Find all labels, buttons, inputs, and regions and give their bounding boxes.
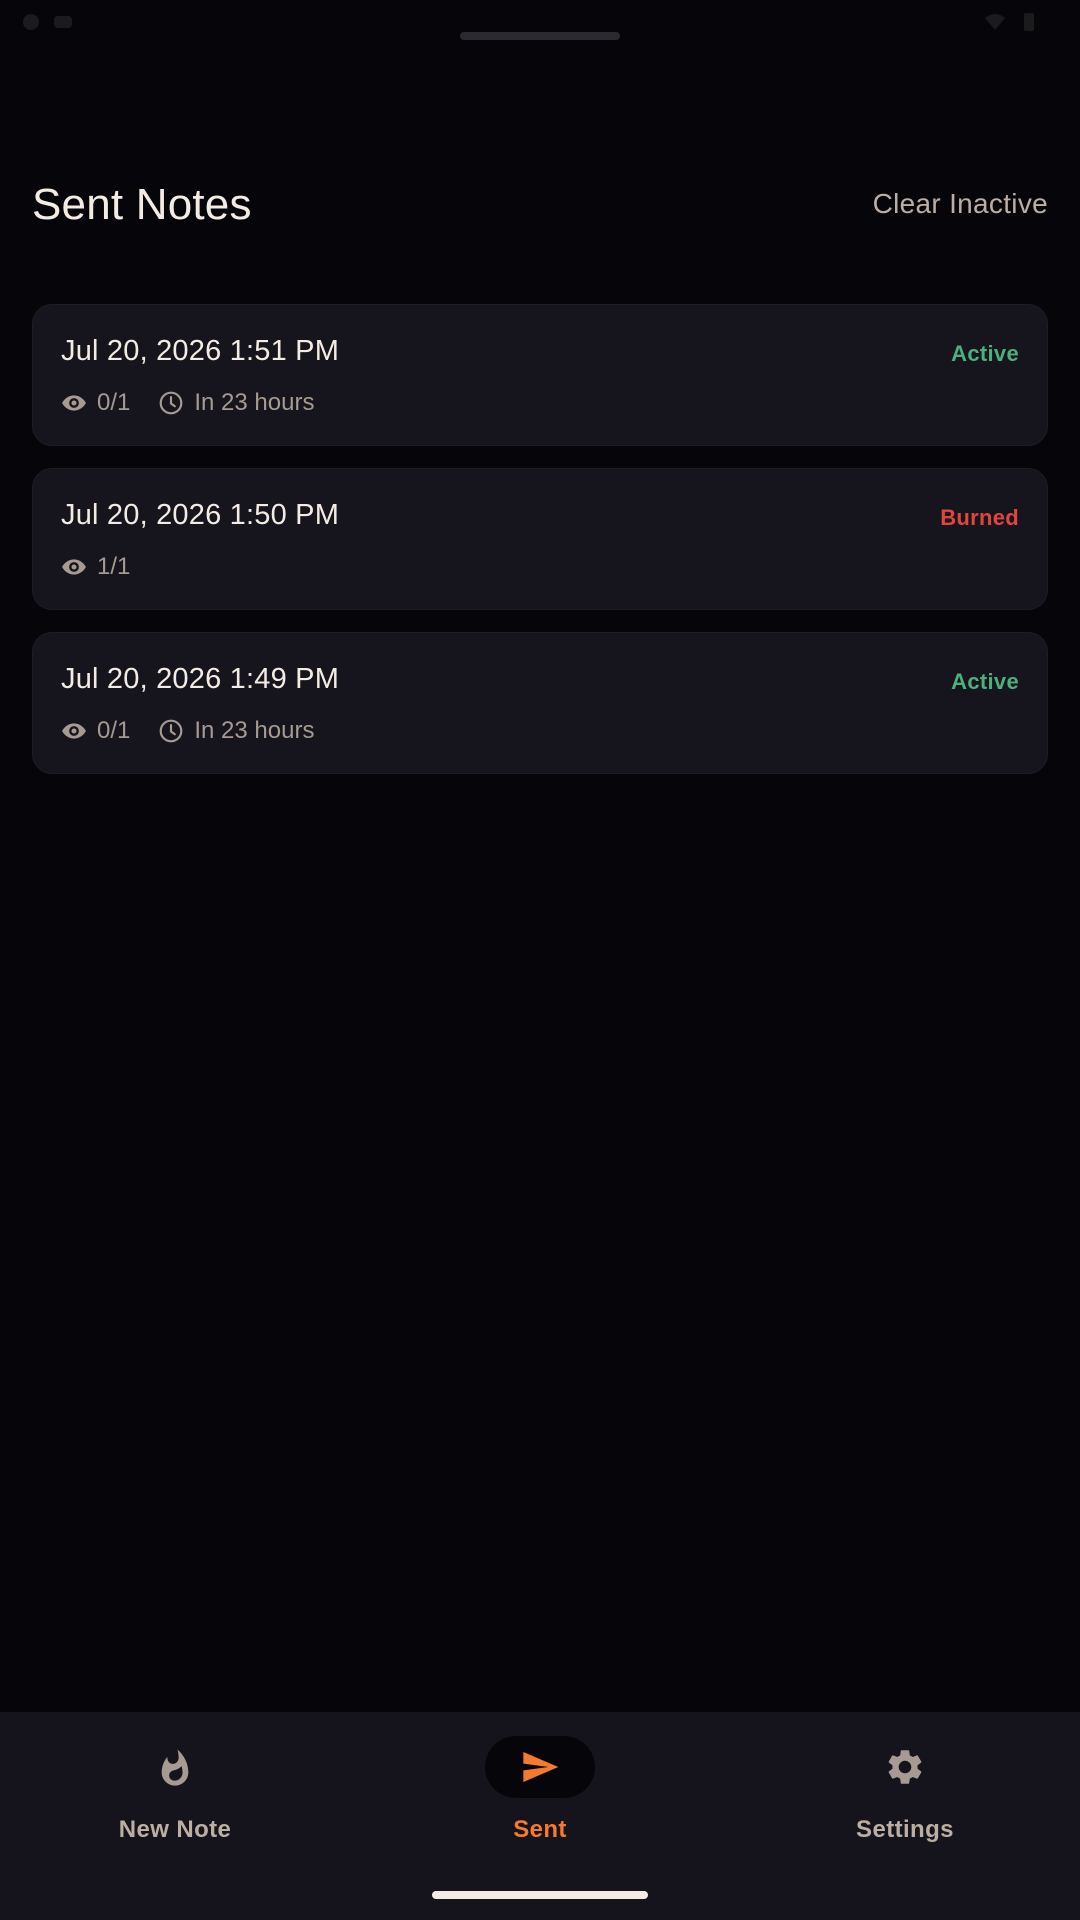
- sent-notes-list: Jul 20, 2026 1:51 PM Active 0/1 In 23 ho…: [32, 304, 1048, 796]
- nav-item-settings[interactable]: Settings: [755, 1736, 1055, 1856]
- expiry-text: In 23 hours: [194, 389, 315, 416]
- status-badge: Active: [951, 669, 1019, 694]
- clock-icon: [160, 391, 183, 415]
- view-count: 0/1: [61, 389, 130, 417]
- sent-notes-screen: Sent Notes Clear Inactive Jul 20, 2026 1…: [0, 0, 1080, 1920]
- note-date: Jul 20, 2026 1:49 PM: [61, 663, 340, 695]
- wifi-icon: [985, 14, 1005, 30]
- nav-label: Sent: [513, 1816, 567, 1843]
- expiry: In 23 hours: [158, 389, 314, 417]
- view-count-text: 1/1: [97, 553, 131, 580]
- nav-pill: [120, 1736, 230, 1798]
- status-bar: [0, 0, 1080, 48]
- note-meta: 0/1 In 23 hours: [61, 389, 342, 417]
- drag-handle[interactable]: [460, 32, 620, 40]
- nav-label: New Note: [118, 1816, 232, 1843]
- nav-item-new-note[interactable]: New Note: [25, 1736, 325, 1856]
- flame-icon: [161, 1749, 189, 1786]
- bottom-navigation: New Note Sent Settings: [0, 1712, 1080, 1920]
- nav-pill: [850, 1736, 960, 1798]
- clock-icon: [160, 719, 183, 743]
- expiry-text: In 23 hours: [194, 717, 315, 744]
- header: Sent Notes Clear Inactive: [32, 168, 1048, 248]
- page-title: Sent Notes: [32, 180, 252, 229]
- note-date: Jul 20, 2026 1:51 PM: [61, 335, 340, 367]
- view-count: 0/1: [61, 717, 130, 745]
- home-indicator[interactable]: [432, 1891, 648, 1899]
- eye-icon: [62, 395, 86, 411]
- status-badge: Active: [951, 341, 1019, 366]
- note-card[interactable]: Jul 20, 2026 1:49 PM Active 0/1 In 23 ho…: [32, 632, 1048, 774]
- clear-inactive-button[interactable]: Clear Inactive: [873, 188, 1048, 220]
- gear-icon: [888, 1750, 922, 1784]
- note-card[interactable]: Jul 20, 2026 1:50 PM Burned 1/1: [32, 468, 1048, 610]
- cloud-icon: [54, 16, 72, 28]
- send-icon: [523, 1752, 559, 1782]
- eye-icon: [62, 559, 86, 575]
- view-count: 1/1: [61, 553, 130, 581]
- nav-item-sent[interactable]: Sent: [390, 1736, 690, 1856]
- expiry: In 23 hours: [158, 717, 314, 745]
- note-meta: 1/1: [61, 553, 158, 581]
- view-count-text: 0/1: [97, 717, 131, 744]
- eye-icon: [62, 723, 86, 739]
- note-meta: 0/1 In 23 hours: [61, 717, 342, 745]
- status-badge: Burned: [940, 505, 1019, 530]
- nav-pill-active: [485, 1736, 595, 1798]
- note-date: Jul 20, 2026 1:50 PM: [61, 499, 340, 531]
- view-count-text: 0/1: [97, 389, 131, 416]
- note-card[interactable]: Jul 20, 2026 1:51 PM Active 0/1 In 23 ho…: [32, 304, 1048, 446]
- nav-label: Settings: [856, 1816, 954, 1843]
- notification-icon: [23, 14, 39, 30]
- battery-icon: [1024, 13, 1034, 31]
